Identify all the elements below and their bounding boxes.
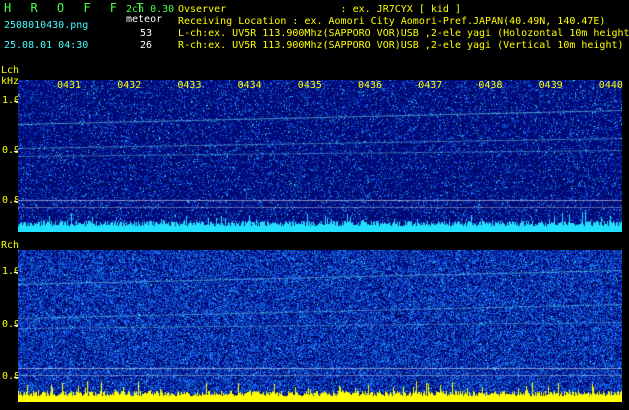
meteor-label: meteor	[126, 14, 163, 25]
lch-label: Lch	[1, 65, 20, 76]
file-name: 2508010430.png	[4, 20, 89, 31]
header-panel: H R O F F T 2ch 0.30 2508010430.png mete…	[0, 0, 629, 64]
rch-description: R-ch:ex. UV5R 113.900Mhz(SAPPORO VOR)USB…	[178, 40, 624, 51]
lch-spectrogram	[18, 80, 622, 232]
time-label: 0440	[598, 80, 623, 91]
meteor-count-rch: 26	[140, 40, 153, 51]
time-label: 0436	[358, 80, 383, 91]
date-time: 25.08.01 04:30	[4, 40, 89, 51]
rch-label: Rch	[1, 240, 20, 251]
time-label: 0434	[237, 80, 262, 91]
lch-description: L-ch:ex. UV5R 113.900Mhz(SAPPORO VOR)USB…	[178, 28, 629, 39]
observer-line: Ovserver : ex. JR7CYX [ kid ]	[178, 4, 461, 15]
lch-unit: kHz	[1, 76, 20, 87]
location-line: Receiving Location : ex. Aomori City Aom…	[178, 16, 606, 27]
meteor-count-lch: 53	[140, 28, 153, 39]
rch-right-edge	[622, 250, 629, 402]
time-label: 0433	[177, 80, 202, 91]
rch-spectrogram	[18, 250, 622, 402]
time-label: 0435	[297, 80, 322, 91]
lch-right-edge	[622, 80, 629, 232]
time-label: 0439	[538, 80, 563, 91]
time-label: 0438	[478, 80, 503, 91]
time-label: 0431	[57, 80, 82, 91]
time-label: 0437	[418, 80, 443, 91]
time-label: 0432	[117, 80, 142, 91]
